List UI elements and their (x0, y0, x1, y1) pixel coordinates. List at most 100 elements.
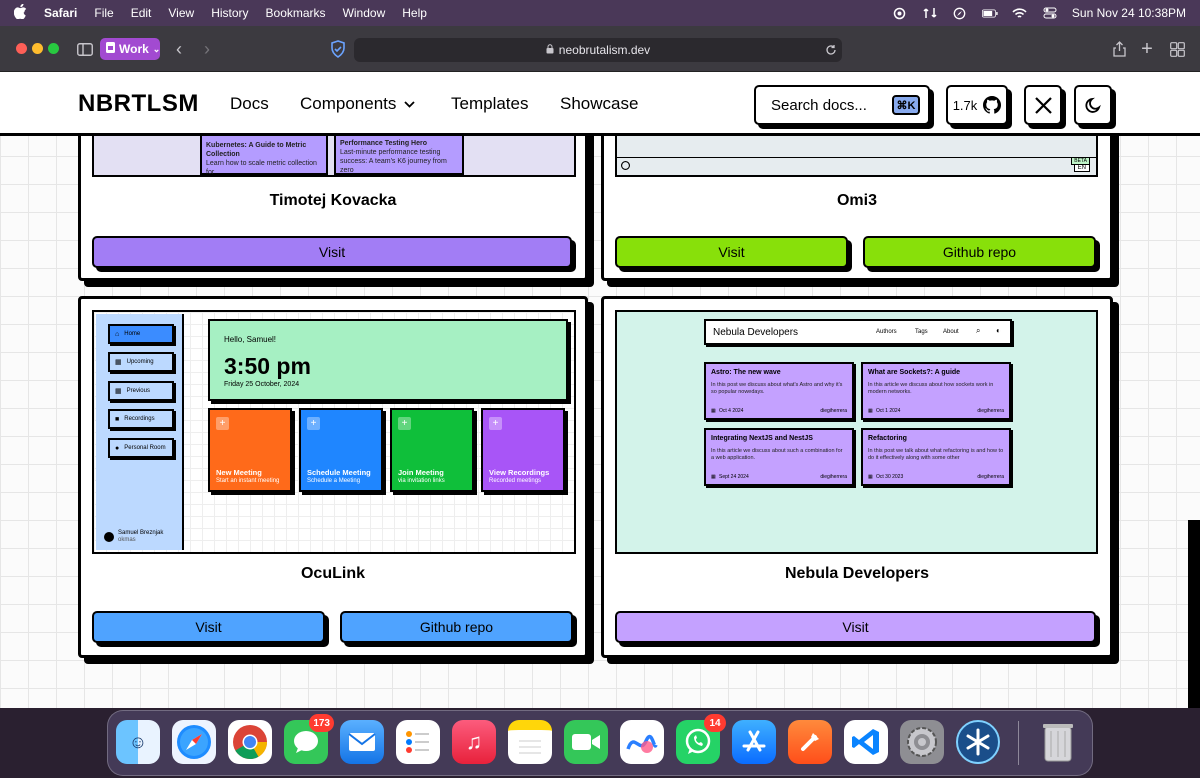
new-tab-icon[interactable]: + (1138, 38, 1156, 60)
visit-button[interactable]: Visit (92, 236, 572, 268)
preview-date: Friday 25 October, 2024 (224, 381, 300, 388)
page-scrollbar-thumb[interactable] (1188, 520, 1200, 708)
freeform-icon[interactable] (620, 720, 664, 764)
safari-icon[interactable] (172, 720, 216, 764)
theme-toggle-button[interactable] (1074, 85, 1112, 125)
visit-button[interactable]: Visit (92, 611, 325, 643)
site-logo[interactable]: NBRTLSM (78, 90, 199, 118)
tab-group-profile-button[interactable]: Work ⌄ (100, 38, 160, 60)
macos-dock: ☺ 173 ♫ 14 (107, 710, 1093, 776)
back-icon[interactable]: ‹ (170, 39, 188, 59)
github-repo-button[interactable]: Github repo (863, 236, 1096, 268)
minimize-window-button[interactable] (32, 43, 43, 54)
trash-icon[interactable] (1036, 720, 1080, 764)
facetime-icon[interactable] (564, 720, 608, 764)
visit-button[interactable]: Visit (615, 236, 848, 268)
preview-user-name: Samuel Breznjak (118, 530, 164, 536)
preview-post-author: diegiherrera (820, 474, 847, 480)
search-docs-button[interactable]: Search docs... ⌘K (754, 85, 930, 125)
forward-icon[interactable]: › (198, 39, 216, 59)
moon-icon: ◐ (996, 326, 1001, 335)
wifi-icon[interactable] (1012, 7, 1028, 19)
menu-window[interactable]: Window (343, 6, 386, 20)
postman-icon[interactable] (788, 720, 832, 764)
openai-icon[interactable] (892, 7, 908, 19)
preview-post-title: Integrating NextJS and NestJS (711, 435, 813, 442)
battery-icon[interactable] (981, 7, 998, 19)
close-window-button[interactable] (16, 43, 27, 54)
search-shortcut-badge: ⌘K (892, 95, 920, 115)
preview-post-card: Performance Testing Hero Last-minute per… (334, 135, 464, 175)
preview-post-author: diegiherrera (977, 474, 1004, 480)
preview-site-title: Nebula Developers (713, 327, 799, 338)
dock-separator (1018, 721, 1019, 765)
menu-app-name[interactable]: Safari (44, 6, 77, 20)
mail-icon[interactable] (340, 720, 384, 764)
address-bar[interactable]: neobrutalism.dev (354, 38, 842, 62)
search-icon: ⌕ (976, 326, 981, 335)
notes-icon[interactable] (508, 720, 552, 764)
reminders-icon[interactable] (396, 720, 440, 764)
messages-icon[interactable]: 173 (284, 714, 334, 764)
nav-templates[interactable]: Templates (451, 94, 528, 114)
safari-toolbar: Work ⌄ ‹ › neobrutalism.dev + (0, 26, 1200, 72)
app-store-icon[interactable] (732, 720, 776, 764)
preview-tile-title: View Recordings (489, 468, 550, 477)
preview-post-card: Refactoring In this post we talk about wh… (861, 428, 1011, 486)
timotej-preview: Kubernetes: A Guide to Metric Collection… (92, 135, 576, 177)
compass-icon[interactable] (952, 7, 968, 19)
menu-bookmarks[interactable]: Bookmarks (266, 6, 326, 20)
menu-view[interactable]: View (168, 6, 194, 20)
menu-history[interactable]: History (211, 6, 248, 20)
music-icon[interactable]: ♫ (452, 720, 496, 764)
preview-post-date: Sept 24 2024 (719, 474, 749, 480)
vscode-icon[interactable] (844, 720, 888, 764)
perplexity-app-icon[interactable] (956, 720, 1000, 764)
chrome-icon[interactable] (228, 720, 272, 764)
control-center-icon[interactable] (1042, 7, 1058, 19)
preview-nav-item: ▦ Upcoming (108, 352, 174, 372)
chevron-down-icon: ⌄ (152, 43, 161, 54)
nav-components[interactable]: Components (300, 94, 416, 114)
github-repo-button[interactable]: Github repo (340, 611, 573, 643)
github-icon (621, 161, 630, 170)
visit-button[interactable]: Visit (615, 611, 1096, 643)
zoom-window-button[interactable] (48, 43, 59, 54)
preview-post-date: Oct 30 2023 (876, 474, 904, 480)
github-stars-button[interactable]: 1.7k (946, 85, 1008, 125)
page-viewport: NBRTLSM Docs Components Templates Showca… (0, 72, 1200, 708)
preview-tile-sub: Start an instant meeting (216, 478, 280, 484)
privacy-shield-icon[interactable] (330, 40, 346, 58)
nav-showcase[interactable]: Showcase (560, 94, 638, 114)
apple-menu-icon[interactable] (13, 3, 28, 23)
menu-clock[interactable]: Sun Nov 24 10:38PM (1072, 6, 1186, 20)
preview-post-card: Kubernetes: A Guide to Metric Collection… (200, 135, 328, 175)
preview-post-author: diegiherrera (820, 408, 847, 414)
reload-icon[interactable] (822, 41, 840, 59)
share-icon[interactable] (1110, 40, 1128, 58)
preview-nav-item: ⌂ Home (108, 324, 174, 344)
preview-nav-item: ▦ Previous (108, 381, 174, 401)
nav-docs[interactable]: Docs (230, 94, 269, 114)
menu-help[interactable]: Help (402, 6, 427, 20)
preview-tile: + View Recordings Recorded meetings (481, 408, 565, 492)
network-tools-icon[interactable] (922, 7, 938, 19)
finder-icon[interactable]: ☺ (116, 720, 160, 764)
sidebar-toggle-icon[interactable] (76, 40, 94, 58)
macos-menu-bar: Safari File Edit View History Bookmarks … (0, 0, 1200, 26)
preview-post-title: Kubernetes: A Guide to Metric Collection (206, 142, 307, 158)
plus-icon: + (489, 417, 502, 430)
lock-icon (546, 43, 554, 57)
menu-file[interactable]: File (94, 6, 113, 20)
x-twitter-button[interactable] (1024, 85, 1062, 125)
menu-edit[interactable]: Edit (131, 6, 152, 20)
card-title: Timotej Kovacka (269, 192, 397, 209)
calendar-icon: ▦ (868, 474, 873, 480)
system-settings-icon[interactable] (900, 720, 944, 764)
preview-avatar (104, 532, 114, 542)
tab-overview-icon[interactable] (1168, 40, 1186, 58)
preview-post-title: Astro: The new wave (711, 369, 781, 376)
search-placeholder: Search docs... (771, 96, 867, 114)
preview-tile: + Schedule Meeting Schedule a Meeting (299, 408, 383, 492)
whatsapp-icon[interactable]: 14 (676, 714, 726, 764)
